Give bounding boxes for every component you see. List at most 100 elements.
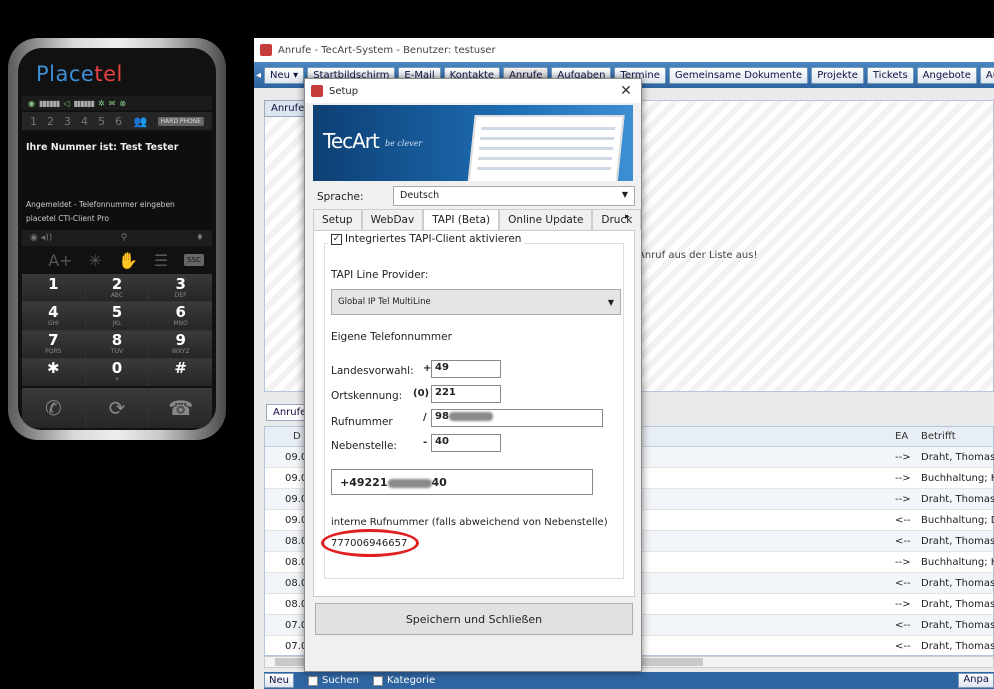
tecart-banner: TecArt be clever	[313, 105, 633, 181]
phone-display: Ihre Nummer ist: Test Tester Angemeldet …	[22, 132, 212, 238]
call-icon[interactable]: ✆	[22, 388, 85, 428]
dial-key-letters: GHI	[47, 319, 59, 327]
line-6[interactable]: 6	[115, 115, 122, 128]
toolbar-button[interactable]: Angebote	[916, 66, 977, 84]
checkbox-checked[interactable]: ✓	[331, 233, 342, 245]
contacts-icon[interactable]: 👥	[134, 115, 148, 128]
cell-ea: <--	[895, 620, 911, 631]
search-checkbox[interactable]	[307, 675, 318, 686]
dial-key-digit: 2	[111, 274, 123, 293]
dial-key[interactable]: 4 GHI	[22, 302, 85, 330]
customize-button[interactable]: Anpa	[958, 673, 994, 688]
loading-icon[interactable]: ✳	[89, 251, 102, 270]
app-titlebar: Anrufe - TecArt-System - Benutzer: testu…	[254, 38, 994, 62]
line-3[interactable]: 3	[64, 115, 71, 128]
enable-tapi-checkbox[interactable]: ✓ Integriertes TAPI-Client aktivieren	[328, 233, 525, 245]
cell-subject: Buchhaltung; He	[921, 557, 994, 568]
dial-key[interactable]: 9 WXYZ	[149, 330, 212, 358]
own-number-heading: Eigene Telefonnummer	[331, 331, 452, 343]
new-button[interactable]: Neu	[264, 673, 294, 688]
tab-scroll-right-icon[interactable]: ▸	[625, 212, 635, 226]
dial-key[interactable]: 3 DEF	[149, 274, 212, 302]
tab-online-update[interactable]: Online Update	[499, 209, 593, 230]
save-and-close-button[interactable]: Speichern und Schließen	[315, 603, 633, 635]
column-ea[interactable]: EA	[895, 431, 908, 442]
softphone-window: Placetel ◉ ▮▮▮▮▮▮ ◁ ▮▮▮▮▮▮ ✲ ✉ ⊗ 1 2 3 4…	[8, 38, 226, 440]
dial-key-digit: 1	[48, 274, 59, 293]
toolbar-scroll-left-icon[interactable]: ◂	[256, 70, 261, 81]
close-icon[interactable]: ✕	[611, 83, 641, 99]
toolbar-button[interactable]: Neu ▾	[264, 66, 305, 84]
dial-key[interactable]: 7 PQRS	[22, 330, 85, 358]
number-label: Rufnummer	[331, 416, 393, 428]
provider-select[interactable]: Global IP Tel MultiLine ▼	[331, 289, 621, 315]
line-4[interactable]: 4	[81, 115, 88, 128]
toolbar-button[interactable]: Projekte	[811, 66, 864, 84]
cell-ea: <--	[895, 536, 911, 547]
dial-key-letters: WXYZ	[171, 348, 190, 356]
message-icon[interactable]: ☰	[154, 251, 168, 270]
chevron-down-icon: ▼	[621, 190, 628, 199]
full-number-end: 40	[431, 476, 447, 489]
category-checkbox[interactable]	[373, 675, 383, 686]
mail-icon[interactable]: ✉	[109, 99, 116, 108]
select-call-hint: Anruf aus der Liste aus!	[638, 250, 758, 261]
toolbar-button[interactable]: Aufträ	[979, 66, 994, 84]
redial-icon[interactable]: ⟳	[85, 388, 149, 428]
hard-phone-button[interactable]: HARD PHONE	[157, 116, 204, 126]
category-toggle[interactable]: Kategorie	[373, 675, 435, 686]
dial-key[interactable]: 0 +	[85, 358, 149, 386]
area-code-input[interactable]: 221	[431, 385, 501, 403]
close-icon[interactable]: ⊗	[119, 99, 126, 108]
setup-tabs: Setup WebDav TAPI (Beta) Online Update D…	[313, 209, 642, 231]
dial-key[interactable]: #	[149, 358, 212, 386]
cell-ea: <--	[895, 515, 911, 526]
dial-key-digit: 7	[48, 331, 59, 350]
ssc-button[interactable]: SSC	[184, 254, 204, 266]
hand-icon[interactable]: ✋	[118, 251, 138, 270]
number-input[interactable]: 98	[431, 409, 603, 427]
extension-input[interactable]: 40	[431, 434, 501, 452]
column-date[interactable]: D	[293, 431, 301, 442]
dial-key[interactable]: 8 TUV	[85, 330, 149, 358]
cell-ea: -->	[895, 599, 911, 610]
search-icon[interactable]: ⚲	[121, 233, 128, 243]
settings-icon[interactable]: ✲	[98, 99, 105, 108]
volume-icon: ▮▮▮▮▮▮	[73, 98, 95, 108]
dial-key-letters: PQRS	[45, 348, 62, 356]
tab-tapi[interactable]: TAPI (Beta)	[423, 209, 500, 230]
hangup-icon[interactable]: ☎	[149, 388, 212, 428]
toolbar-button[interactable]: Gemeinsame Dokumente	[668, 66, 809, 84]
line-1[interactable]: 1	[30, 115, 37, 128]
dial-key[interactable]: 1	[22, 274, 85, 302]
toolbar-button[interactable]: Tickets	[866, 66, 914, 84]
full-number-display: +49221 40	[331, 469, 593, 495]
provider-value: Global IP Tel MultiLine	[338, 297, 431, 307]
cell-ea: -->	[895, 494, 911, 505]
cell-ea: -->	[895, 473, 911, 484]
line-2[interactable]: 2	[47, 115, 54, 128]
number-prefix: /	[423, 412, 427, 423]
dial-key[interactable]: ✱	[22, 358, 85, 386]
cell-ea: -->	[895, 452, 911, 463]
country-code-input[interactable]: 49	[431, 360, 501, 378]
screenshot-illustration	[467, 115, 625, 181]
dial-key[interactable]: 2 ABC	[85, 274, 149, 302]
signal-icon: ▮▮▮▮▮▮	[38, 98, 60, 108]
column-subject[interactable]: Betrifft	[921, 431, 956, 442]
search-toggle[interactable]: Suchen	[307, 675, 359, 686]
dialog-logo-icon	[311, 85, 323, 97]
language-select[interactable]: Deutsch ▼	[393, 186, 635, 206]
dial-key-digit: 3	[175, 274, 186, 293]
tab-webdav[interactable]: WebDav	[361, 209, 424, 230]
dial-key[interactable]: 6 MNO	[149, 302, 212, 330]
dial-key[interactable]: 5 JKL	[85, 302, 149, 330]
extension-prefix: -	[423, 437, 428, 448]
record-icon[interactable]: ◉ ◂))	[30, 233, 52, 243]
mic-icon[interactable]: ♦	[196, 233, 204, 243]
tab-setup[interactable]: Setup	[313, 209, 362, 230]
dial-key-letters: JKL	[112, 319, 122, 327]
line-5[interactable]: 5	[98, 115, 105, 128]
font-size-icon[interactable]: A+	[48, 251, 72, 270]
country-code-label: Landesvorwahl:	[331, 365, 414, 377]
